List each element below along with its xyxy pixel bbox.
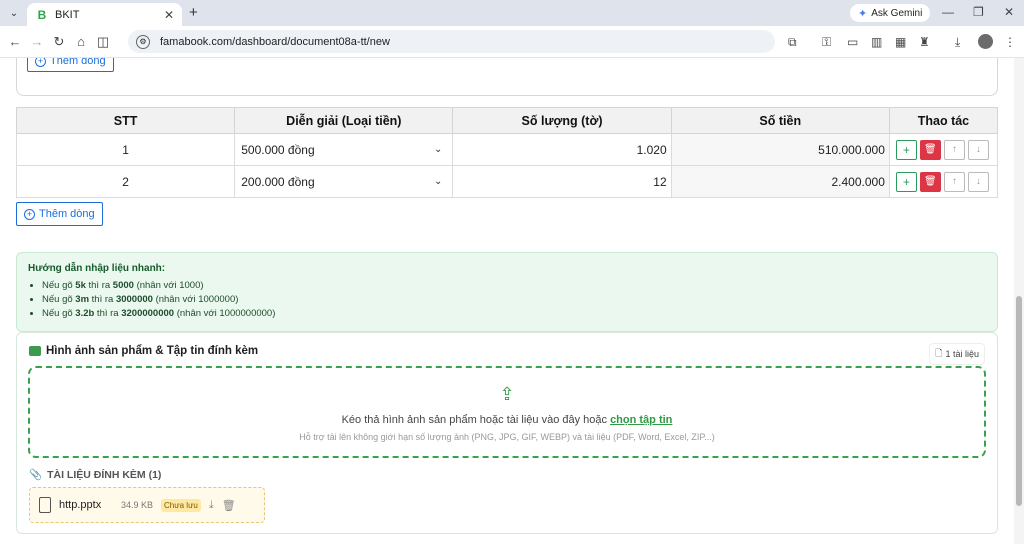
move-up-button[interactable]: ↑ bbox=[943, 171, 965, 192]
reading-mode-icon[interactable]: ▥ bbox=[871, 35, 882, 49]
extensions-icon[interactable]: ⧉ bbox=[788, 35, 797, 50]
quantity-input[interactable]: 12 bbox=[452, 165, 672, 198]
move-down-button[interactable]: ↓ bbox=[967, 171, 989, 192]
close-window-icon[interactable]: ✕ bbox=[1004, 5, 1014, 19]
table-row: 2 200.000 đồng ⌄ 12 2.400.000 + 🗑 ↑ ↓ bbox=[15, 165, 999, 198]
password-key-icon[interactable]: ⚿ bbox=[822, 35, 831, 50]
denomination-table: STT Diễn giải (Loại tiền) Số lượng (tờ) … bbox=[15, 107, 999, 198]
add-row-label: Thêm dòng bbox=[39, 208, 95, 220]
denomination-select[interactable]: 200.000 đồng ⌄ bbox=[234, 165, 454, 198]
header-description: Diễn giải (Loại tiền) bbox=[234, 107, 454, 134]
file-drop-zone[interactable]: ⇪ Kéo thả hình ảnh sản phẩm hoặc tài liệ… bbox=[28, 366, 986, 458]
table-row: 1 500.000 đồng ⌄ 1.020 510.000.000 + 🗑 ↑ … bbox=[15, 133, 999, 166]
quantity-input[interactable]: 1.020 bbox=[452, 133, 672, 166]
plus-circle-icon: + bbox=[35, 58, 46, 67]
incognito-icon[interactable]: ♜ bbox=[919, 35, 930, 49]
profile-avatar[interactable] bbox=[978, 34, 993, 49]
page-scrollbar[interactable] bbox=[1014, 58, 1024, 544]
attached-files-title: 📎 TÀI LIỆU ĐÍNH KÈM (1) bbox=[29, 468, 162, 482]
tab-search-icon[interactable]: ⌄ bbox=[4, 3, 24, 23]
file-name: http.pptx bbox=[59, 499, 102, 511]
delete-row-button[interactable]: 🗑 bbox=[919, 139, 941, 160]
row-stt: 2 bbox=[15, 165, 236, 198]
reload-icon[interactable]: ↻ bbox=[48, 34, 70, 50]
top-add-row-label: Thêm dòng bbox=[50, 58, 106, 67]
image-icon bbox=[29, 346, 41, 356]
attachments-card: Hình ảnh sản phẩm & Tập tin đính kèm 🗋 1… bbox=[16, 332, 998, 534]
row-actions: + 🗑 ↑ ↓ bbox=[888, 165, 999, 198]
insert-row-button[interactable]: + bbox=[895, 171, 917, 192]
attached-file-item: http.pptx 34.9 KB Chưa lưu ⤓ 🗑 bbox=[29, 487, 265, 523]
ask-gemini-button[interactable]: ✦ Ask Gemini bbox=[850, 4, 931, 22]
ask-gemini-label: Ask Gemini bbox=[871, 7, 923, 19]
drop-hint: Hỗ trợ tải lên không giới hạn số lượng ả… bbox=[299, 432, 715, 442]
row-stt: 1 bbox=[15, 133, 236, 166]
browser-tab[interactable]: B BKIT ✕ bbox=[27, 3, 182, 26]
row-actions: + 🗑 ↑ ↓ bbox=[888, 133, 999, 166]
denomination-select[interactable]: 500.000 đồng ⌄ bbox=[234, 133, 454, 166]
choose-file-link[interactable]: chọn tập tin bbox=[610, 414, 672, 426]
denomination-value: 200.000 đồng bbox=[241, 174, 315, 189]
delete-row-button[interactable]: 🗑 bbox=[919, 171, 941, 192]
top-card: + Thêm dòng bbox=[16, 58, 998, 96]
trash-icon[interactable]: 🗑 bbox=[222, 499, 236, 512]
guide-item: Nếu gõ 5k thì ra 5000 (nhân với 1000) bbox=[42, 279, 986, 293]
calendar-icon[interactable]: ▦ bbox=[895, 35, 906, 49]
quick-input-guide: Hướng dẫn nhập liệu nhanh: Nếu gõ 5k thì… bbox=[16, 252, 998, 332]
tab-title: BKIT bbox=[55, 8, 80, 21]
guide-item: Nếu gõ 3m thì ra 3000000 (nhân với 10000… bbox=[42, 293, 986, 307]
unsaved-badge: Chưa lưu bbox=[161, 498, 201, 512]
browser-tabstrip: ⌄ B BKIT ✕ + ✦ Ask Gemini — ❐ ✕ bbox=[0, 0, 1024, 26]
minimize-icon[interactable]: — bbox=[942, 5, 954, 19]
chevron-down-icon: ⌄ bbox=[434, 176, 443, 187]
header-quantity: Số lượng (tờ) bbox=[452, 107, 672, 134]
restore-icon[interactable]: ❐ bbox=[973, 5, 984, 19]
guide-title: Hướng dẫn nhập liệu nhanh: bbox=[28, 263, 166, 274]
header-amount: Số tiền bbox=[670, 107, 890, 134]
move-down-button[interactable]: ↓ bbox=[967, 139, 989, 160]
move-up-button[interactable]: ↑ bbox=[943, 139, 965, 160]
browser-toolbar: ← → ↻ ⌂ ◫ ⚙ famabook.com/dashboard/docum… bbox=[0, 26, 1024, 58]
url-text: famabook.com/dashboard/document08a-tt/ne… bbox=[160, 35, 390, 48]
header-stt: STT bbox=[15, 107, 236, 134]
new-tab-icon[interactable]: + bbox=[189, 4, 198, 21]
tab-close-icon[interactable]: ✕ bbox=[164, 8, 174, 22]
add-row-button[interactable]: + Thêm dòng bbox=[16, 202, 103, 226]
card-icon[interactable]: ▭ bbox=[847, 35, 858, 49]
download-icon[interactable]: ⤓ bbox=[209, 499, 214, 512]
top-add-row-button[interactable]: + Thêm dòng bbox=[27, 58, 114, 72]
sidepanel-icon[interactable]: ◫ bbox=[92, 34, 114, 50]
back-icon[interactable]: ← bbox=[4, 34, 26, 49]
file-icon bbox=[39, 497, 51, 513]
insert-row-button[interactable]: + bbox=[895, 139, 917, 160]
amount-value: 510.000.000 bbox=[670, 133, 890, 166]
page-content: + Thêm dòng STT Diễn giải (Loại tiền) Số… bbox=[0, 58, 1024, 544]
drop-text: Kéo thả hình ảnh sản phẩm hoặc tài liệu … bbox=[341, 414, 611, 426]
denomination-value: 500.000 đồng bbox=[241, 142, 315, 157]
attachments-title: Hình ảnh sản phẩm & Tập tin đính kèm bbox=[46, 345, 259, 357]
amount-value: 2.400.000 bbox=[670, 165, 890, 198]
upload-cloud-icon: ⇪ bbox=[499, 384, 515, 404]
header-actions: Thao tác bbox=[888, 107, 999, 134]
address-bar[interactable]: ⚙ famabook.com/dashboard/document08a-tt/… bbox=[128, 30, 775, 53]
forward-icon[interactable]: → bbox=[26, 34, 48, 49]
favicon-icon: B bbox=[37, 7, 47, 22]
document-icon: 🗋 bbox=[935, 348, 943, 358]
file-size: 34.9 KB bbox=[121, 500, 154, 510]
document-count-badge: 🗋 1 tài liệu bbox=[929, 343, 985, 365]
gemini-icon: ✦ bbox=[858, 7, 868, 20]
download-icon[interactable]: ⤓ bbox=[955, 35, 960, 50]
attachments-header: Hình ảnh sản phẩm & Tập tin đính kèm bbox=[29, 345, 258, 357]
plus-circle-icon: + bbox=[24, 208, 35, 220]
home-icon[interactable]: ⌂ bbox=[70, 34, 92, 49]
guide-item: Nếu gõ 3.2b thì ra 3200000000 (nhân với … bbox=[42, 307, 986, 321]
scrollbar-thumb[interactable] bbox=[1016, 296, 1022, 506]
menu-icon[interactable]: ⋮ bbox=[1004, 35, 1016, 49]
site-info-icon[interactable]: ⚙ bbox=[136, 34, 150, 49]
paperclip-icon: 📎 bbox=[29, 469, 43, 481]
chevron-down-icon: ⌄ bbox=[434, 144, 443, 155]
